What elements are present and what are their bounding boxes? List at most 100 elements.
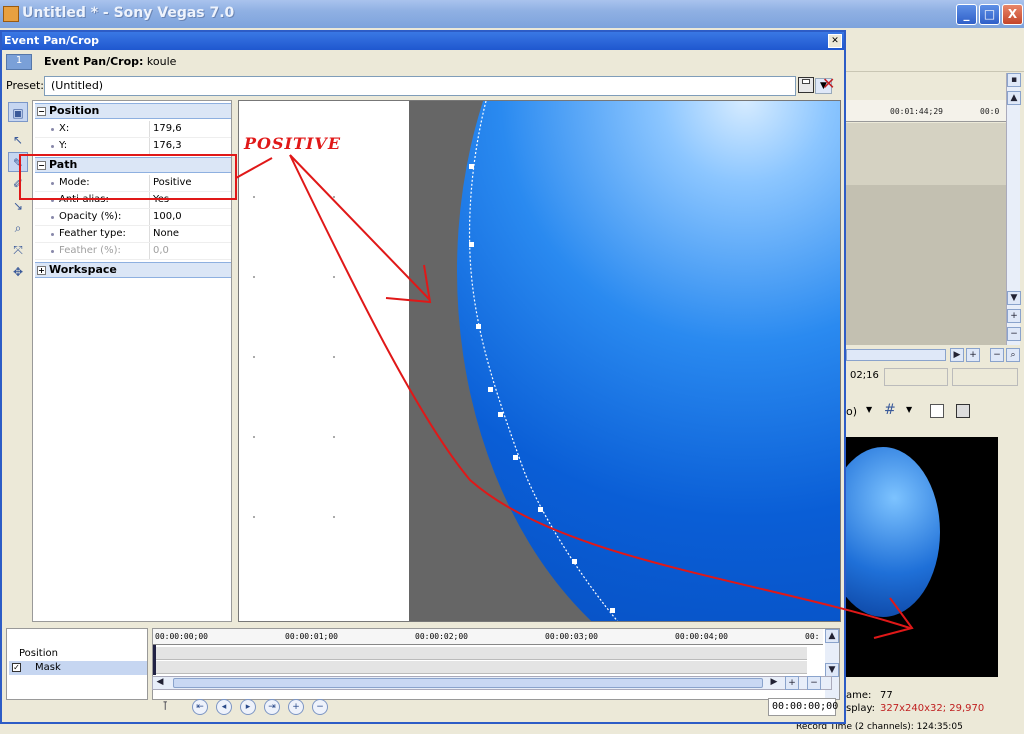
maximize-button[interactable]: □ (979, 4, 1000, 25)
grid-icon[interactable]: # (884, 402, 896, 418)
track-label-mask[interactable]: ✓ Mask (9, 661, 147, 675)
pin-icon[interactable]: ▪ (1007, 73, 1021, 87)
property-opacity[interactable]: Opacity (%): 100,0 (35, 209, 231, 226)
keyframe-hscroll[interactable]: ◀ ▶ + − (152, 676, 832, 690)
bullet-icon (51, 145, 54, 148)
hscroll-track[interactable] (846, 349, 946, 361)
event-label: Event Pan/Crop: koule (44, 55, 176, 68)
property-value[interactable]: 100,0 (153, 209, 182, 225)
property-value[interactable]: Positive (153, 175, 192, 191)
anchor-creation-tool-icon[interactable]: ✎ (8, 152, 28, 172)
property-value[interactable]: 179,6 (153, 121, 182, 137)
zoom-out-icon[interactable]: − (807, 676, 821, 690)
video-preview (846, 437, 998, 677)
app-title: Untitled * - Sony Vegas 7.0 (22, 5, 235, 21)
ruler-label: 00:00:04;00 (675, 632, 728, 641)
cursor-marker[interactable] (153, 645, 156, 675)
event-tab[interactable]: 1 (6, 54, 32, 70)
last-keyframe-icon[interactable]: ⇥ (264, 699, 280, 715)
mask-anchor-point[interactable] (538, 507, 543, 512)
main-toolbar (846, 28, 1024, 72)
hscroll-thumb[interactable] (173, 678, 763, 688)
property-y[interactable]: Y: 176,3 (35, 138, 231, 155)
chevron-down-icon[interactable]: ▼ (866, 405, 872, 414)
scroll-down-icon[interactable]: ▼ (825, 663, 839, 677)
category-workspace[interactable]: + Workspace (35, 262, 231, 278)
mask-anchor-point[interactable] (469, 242, 474, 247)
property-feather-type[interactable]: Feather type: None (35, 226, 231, 243)
zoom-in-icon[interactable]: + (785, 676, 799, 690)
move-freely-icon[interactable]: ✥ (8, 262, 28, 282)
close-app-button[interactable]: X (1002, 4, 1023, 25)
preset-dropdown[interactable]: (Untitled) ▼ (44, 76, 832, 96)
keyframe-ruler[interactable]: 00:00:00;00 00:00:01;00 00:00:02;00 00:0… (153, 629, 823, 645)
collapse-icon[interactable]: − (37, 161, 46, 170)
mask-anchor-point[interactable] (488, 387, 493, 392)
mask-path[interactable] (468, 101, 619, 622)
ruler-label: 00:0 (980, 107, 1000, 116)
category-label: Path (49, 158, 78, 171)
normal-edit-tool-icon[interactable]: ↖ (8, 130, 28, 150)
property-value[interactable]: 176,3 (153, 138, 182, 154)
scroll-right-icon[interactable]: ▶ (950, 348, 964, 362)
grid-dot (333, 436, 335, 438)
property-value[interactable]: None (153, 226, 179, 242)
save-preset-icon[interactable] (798, 77, 814, 93)
scroll-up-icon[interactable]: ▲ (825, 629, 839, 643)
save-snapshot-icon[interactable] (956, 404, 970, 418)
add-keyframe-icon[interactable]: + (288, 699, 304, 715)
property-anti-alias[interactable]: Anti-alias: Yes (35, 192, 231, 209)
time-field (952, 368, 1018, 386)
mask-anchor-point[interactable] (469, 164, 474, 169)
mask-anchor-point[interactable] (572, 559, 577, 564)
scroll-up-icon[interactable]: ▲ (1007, 91, 1021, 105)
anchor-deletion-tool-icon[interactable]: ✐ (8, 174, 28, 194)
next-keyframe-icon[interactable]: ▸ (240, 699, 256, 715)
property-mode[interactable]: Mode: Positive (35, 175, 231, 192)
zoom-in-icon[interactable]: + (1007, 309, 1021, 323)
cursor-time-field[interactable]: 00:00:00;00 (768, 698, 838, 716)
scroll-down-icon[interactable]: ▼ (1007, 291, 1021, 305)
zoom-tool-icon[interactable]: ⌕ (8, 218, 28, 238)
delete-preset-icon[interactable]: ✕ (822, 74, 835, 93)
minimize-button[interactable]: _ (956, 4, 977, 25)
category-path[interactable]: − Path (35, 157, 231, 173)
split-tool-icon[interactable]: ↘ (8, 196, 28, 216)
zoom-in-icon[interactable]: + (966, 348, 980, 362)
mask-checkbox[interactable]: ✓ (12, 663, 21, 672)
enable-snapping-icon[interactable]: ⤧ (8, 240, 28, 260)
property-x[interactable]: X: 179,6 (35, 121, 231, 138)
mask-anchor-point[interactable] (610, 608, 615, 613)
show-properties-icon[interactable]: ▣ (8, 102, 28, 122)
sync-cursor-icon[interactable]: ⊺ (162, 699, 178, 715)
track-label-position[interactable]: Position (9, 647, 147, 661)
magnifier-icon[interactable]: ⌕ (1006, 348, 1020, 362)
mask-path-overlay[interactable] (239, 101, 841, 622)
chevron-down-icon[interactable]: ▼ (906, 405, 912, 414)
copy-snapshot-icon[interactable] (930, 404, 944, 418)
close-icon[interactable]: ✕ (828, 34, 842, 48)
main-timeline-hscroll[interactable]: ▶ + − ⌕ (846, 347, 1024, 363)
zoom-out-icon[interactable]: − (990, 348, 1004, 362)
collapse-icon[interactable]: − (37, 107, 46, 116)
mask-anchor-point[interactable] (513, 455, 518, 460)
keyframe-track-position[interactable] (153, 647, 807, 660)
main-timeline-ruler[interactable]: 00:01:44;29 00:0 (846, 100, 1006, 122)
first-keyframe-icon[interactable]: ⇤ (192, 699, 208, 715)
scroll-right-icon[interactable]: ▶ (767, 676, 781, 690)
zoom-out-icon[interactable]: − (1007, 327, 1021, 341)
pan-crop-canvas[interactable] (238, 100, 841, 622)
keyframe-track-mask[interactable] (153, 661, 807, 674)
delete-keyframe-icon[interactable]: − (312, 699, 328, 715)
mask-anchor-point[interactable] (476, 324, 481, 329)
frame-value: 77 (880, 690, 893, 701)
scroll-left-icon[interactable]: ◀ (153, 676, 167, 690)
prev-keyframe-icon[interactable]: ◂ (216, 699, 232, 715)
main-timeline-track[interactable] (846, 185, 1006, 345)
property-value[interactable]: Yes (153, 192, 169, 208)
main-timeline-vscroll[interactable]: ▪ ▲ ▼ + − (1006, 73, 1021, 345)
expand-icon[interactable]: + (37, 266, 46, 275)
property-name: Feather (%): (59, 245, 121, 256)
mask-anchor-point[interactable] (498, 412, 503, 417)
category-position[interactable]: − Position (35, 103, 231, 119)
